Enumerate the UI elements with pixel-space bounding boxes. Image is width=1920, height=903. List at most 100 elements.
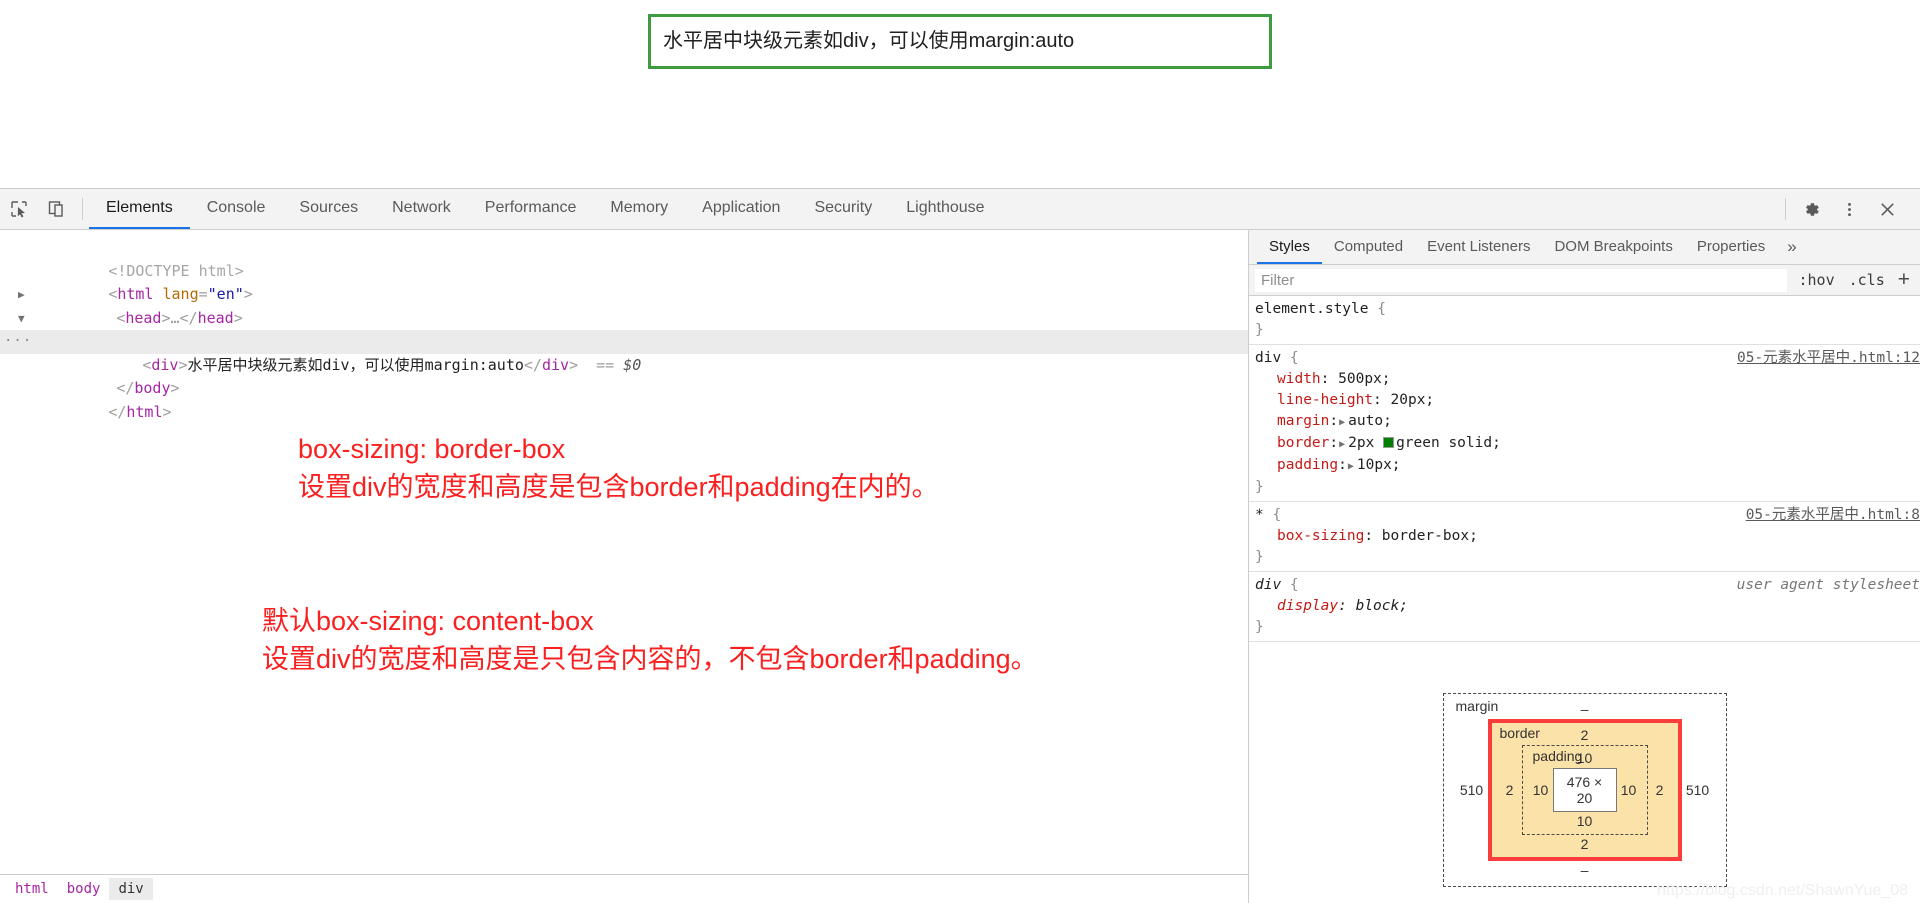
tab-application[interactable]: Application bbox=[685, 189, 797, 229]
tab-properties[interactable]: Properties bbox=[1685, 230, 1777, 264]
declaration-box-sizing[interactable]: box-sizing: border-box; bbox=[1255, 526, 1920, 547]
box-model-border[interactable]: border 2 2 padding 10 10 476 × 20 10 10 … bbox=[1487, 719, 1682, 861]
brace-glyph: } bbox=[1255, 322, 1264, 338]
tab-sources[interactable]: Sources bbox=[282, 189, 375, 229]
dom-row[interactable]: </body> bbox=[0, 354, 1248, 397]
tab-memory[interactable]: Memory bbox=[593, 189, 685, 229]
box-model-margin-right[interactable]: 510 bbox=[1682, 719, 1714, 861]
dom-row[interactable]: <!DOCTYPE html> bbox=[0, 236, 1248, 280]
rule-selector[interactable]: element.style bbox=[1255, 301, 1369, 317]
more-vertical-icon[interactable] bbox=[1830, 189, 1868, 229]
gear-icon[interactable] bbox=[1792, 189, 1830, 229]
close-icon[interactable] bbox=[1868, 189, 1906, 229]
chevron-down-icon[interactable] bbox=[18, 307, 25, 331]
tab-lighthouse[interactable]: Lighthouse bbox=[889, 189, 1001, 229]
tab-network[interactable]: Network bbox=[375, 189, 468, 229]
brace-glyph: } bbox=[1255, 479, 1264, 495]
rule-source-link[interactable]: 05-元素水平居中.html:8 bbox=[1746, 505, 1920, 526]
dom-row[interactable]: <html lang="en"> bbox=[0, 260, 1248, 303]
tab-security[interactable]: Security bbox=[797, 189, 889, 229]
declaration-semicolon: ; bbox=[1399, 598, 1408, 614]
devtools-panel: Elements Console Sources Network Perform… bbox=[0, 188, 1920, 903]
device-toolbar-icon[interactable] bbox=[38, 189, 76, 229]
chevron-right-icon[interactable] bbox=[18, 283, 25, 307]
box-model-border-bottom[interactable]: 2 bbox=[1498, 835, 1672, 854]
declaration-line-height[interactable]: line-height: 20px; bbox=[1255, 390, 1920, 411]
style-rule-element-style[interactable]: element.style { } bbox=[1249, 296, 1920, 345]
dom-row[interactable]: <body> bbox=[0, 307, 1248, 350]
declaration-value-prefix: 2px bbox=[1348, 435, 1384, 451]
declaration-border[interactable]: border:▶ 2px green solid; bbox=[1255, 433, 1920, 455]
tab-dom-breakpoints[interactable]: DOM Breakpoints bbox=[1542, 230, 1684, 264]
dom-token: > bbox=[162, 402, 172, 421]
annotation-line: 设置div的宽度和高度是包含border和padding在内的。 bbox=[298, 472, 939, 502]
breadcrumb-item-body[interactable]: body bbox=[58, 878, 110, 900]
color-swatch-green[interactable] bbox=[1383, 437, 1395, 448]
style-rule-universal[interactable]: 05-元素水平居中.html:8 * { box-sizing: border-… bbox=[1249, 502, 1920, 572]
declaration-padding[interactable]: padding:▶ 10px; bbox=[1255, 455, 1920, 477]
box-model-border-right[interactable]: 2 bbox=[1648, 745, 1672, 835]
declaration-value-suffix[interactable]: green solid bbox=[1396, 435, 1492, 451]
rule-selector[interactable]: div bbox=[1255, 577, 1281, 593]
toolbar-divider bbox=[82, 198, 83, 220]
rule-selector[interactable]: * bbox=[1255, 507, 1264, 523]
box-model-margin[interactable]: margin – 510 border 2 2 padding 10 10 47… bbox=[1442, 693, 1727, 887]
box-model-diagram: margin – 510 border 2 2 padding 10 10 47… bbox=[1249, 693, 1920, 903]
style-rule-div[interactable]: 05-元素水平居中.html:12 div { width: 500px; li… bbox=[1249, 345, 1920, 502]
tab-performance[interactable]: Performance bbox=[468, 189, 594, 229]
tab-elements[interactable]: Elements bbox=[89, 189, 190, 229]
box-model-margin-left[interactable]: 510 bbox=[1456, 719, 1488, 861]
dom-row-selected[interactable]: ··· <div>水平居中块级元素如div，可以使用margin:auto</di… bbox=[0, 330, 1248, 374]
declaration-value[interactable]: border-box bbox=[1382, 528, 1469, 544]
declaration-colon: : bbox=[1338, 457, 1347, 473]
declaration-width[interactable]: width: 500px; bbox=[1255, 369, 1920, 390]
hov-toggle[interactable]: :hov bbox=[1791, 271, 1841, 289]
box-model-padding[interactable]: padding 10 10 476 × 20 10 10 bbox=[1521, 745, 1648, 835]
style-rule-user-agent-div[interactable]: user agent stylesheet div { display: blo… bbox=[1249, 572, 1920, 642]
rule-close-brace: } bbox=[1255, 320, 1920, 341]
dom-row[interactable]: </html> bbox=[0, 377, 1248, 421]
chevron-right-icon[interactable]: ▶ bbox=[1338, 439, 1348, 450]
chevron-right-icon[interactable]: ▶ bbox=[1347, 461, 1357, 472]
dom-tree[interactable]: <!DOCTYPE html> <html lang="en"> <head>…… bbox=[0, 230, 1248, 874]
rule-close-brace: } bbox=[1255, 617, 1920, 638]
chevron-right-icon[interactable]: ▶ bbox=[1338, 417, 1348, 428]
add-rule-button[interactable]: + bbox=[1892, 269, 1920, 292]
styles-filter-input[interactable] bbox=[1255, 268, 1788, 292]
declaration-value[interactable]: 500px bbox=[1338, 371, 1382, 387]
devtools-toolbar-right bbox=[1779, 189, 1920, 229]
declaration-display[interactable]: display: block; bbox=[1255, 596, 1920, 617]
declaration-property: line-height bbox=[1277, 392, 1374, 408]
rule-source-link[interactable]: 05-元素水平居中.html:12 bbox=[1737, 348, 1920, 369]
tab-event-listeners[interactable]: Event Listeners bbox=[1415, 230, 1542, 264]
chevron-double-right-icon[interactable]: » bbox=[1777, 230, 1806, 264]
declaration-colon: : bbox=[1320, 371, 1339, 387]
rule-selector[interactable]: div bbox=[1255, 350, 1281, 366]
inspect-element-icon[interactable] bbox=[0, 189, 38, 229]
tab-computed[interactable]: Computed bbox=[1322, 230, 1415, 264]
tab-styles[interactable]: Styles bbox=[1257, 230, 1322, 264]
box-model-margin-bottom[interactable]: – bbox=[1456, 861, 1714, 880]
box-model-padding-left[interactable]: 10 bbox=[1529, 768, 1553, 812]
declaration-value[interactable]: 10px bbox=[1357, 457, 1392, 473]
declaration-margin[interactable]: margin:▶ auto; bbox=[1255, 411, 1920, 433]
box-model-padding-bottom[interactable]: 10 bbox=[1529, 812, 1641, 831]
declaration-semicolon: ; bbox=[1425, 392, 1435, 408]
breadcrumb-item-html[interactable]: html bbox=[6, 878, 58, 900]
annotation-border-box: box-sizing: border-box 设置div的宽度和高度是包含bord… bbox=[298, 430, 939, 506]
box-model-padding-right[interactable]: 10 bbox=[1617, 768, 1641, 812]
tab-console[interactable]: Console bbox=[190, 189, 283, 229]
cls-toggle[interactable]: .cls bbox=[1842, 271, 1892, 289]
dom-row-ellipsis-badge[interactable]: ··· bbox=[4, 330, 32, 354]
declaration-semicolon: ; bbox=[1383, 413, 1392, 429]
inspect-element-icon-svg bbox=[11, 201, 27, 218]
declaration-semicolon: ; bbox=[1381, 371, 1391, 387]
declaration-value[interactable]: auto bbox=[1348, 413, 1383, 429]
dom-row[interactable]: <head>…</head> bbox=[0, 283, 1248, 327]
box-model-content-size[interactable]: 476 × 20 bbox=[1552, 768, 1617, 812]
declaration-value[interactable]: 20px bbox=[1391, 392, 1426, 408]
rule-open-brace: { bbox=[1281, 577, 1299, 593]
breadcrumb-item-div[interactable]: div bbox=[109, 878, 153, 900]
box-model-border-left[interactable]: 2 bbox=[1498, 745, 1522, 835]
declaration-value[interactable]: block bbox=[1356, 598, 1400, 614]
